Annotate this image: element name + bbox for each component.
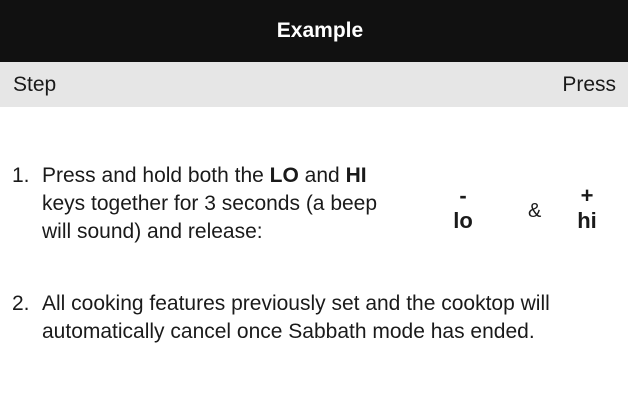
- hi-key-reference: HI: [345, 164, 367, 187]
- header-title: Example: [276, 19, 364, 42]
- key-separator: &: [528, 200, 542, 222]
- lo-key-label: lo: [453, 208, 473, 233]
- plus-icon: +: [580, 183, 594, 208]
- step-1-text: Press and hold both the LO and HI keys t…: [42, 162, 382, 246]
- hi-key-label: hi: [577, 208, 597, 233]
- lo-key: - lo: [445, 185, 481, 235]
- step-1-text-part: Press and hold both the: [42, 164, 270, 187]
- step-column-label: Step: [13, 73, 57, 96]
- step-2-text: All cooking features previously set and …: [42, 292, 550, 343]
- lo-key-reference: LO: [269, 164, 299, 187]
- key-combination: - lo & + hi: [445, 185, 620, 255]
- minus-icon: -: [459, 183, 467, 208]
- step-1-number: 1.: [12, 164, 30, 187]
- hi-key: + hi: [567, 185, 607, 235]
- step-1-text-part: keys together for 3 seconds (a beep will…: [42, 192, 378, 243]
- step-1-text-part: and: [298, 164, 346, 187]
- step-2-number: 2.: [12, 292, 30, 315]
- header-bar: Example: [0, 0, 628, 62]
- press-column-label: Press: [562, 73, 616, 96]
- column-header-bar: Step Press: [0, 62, 628, 107]
